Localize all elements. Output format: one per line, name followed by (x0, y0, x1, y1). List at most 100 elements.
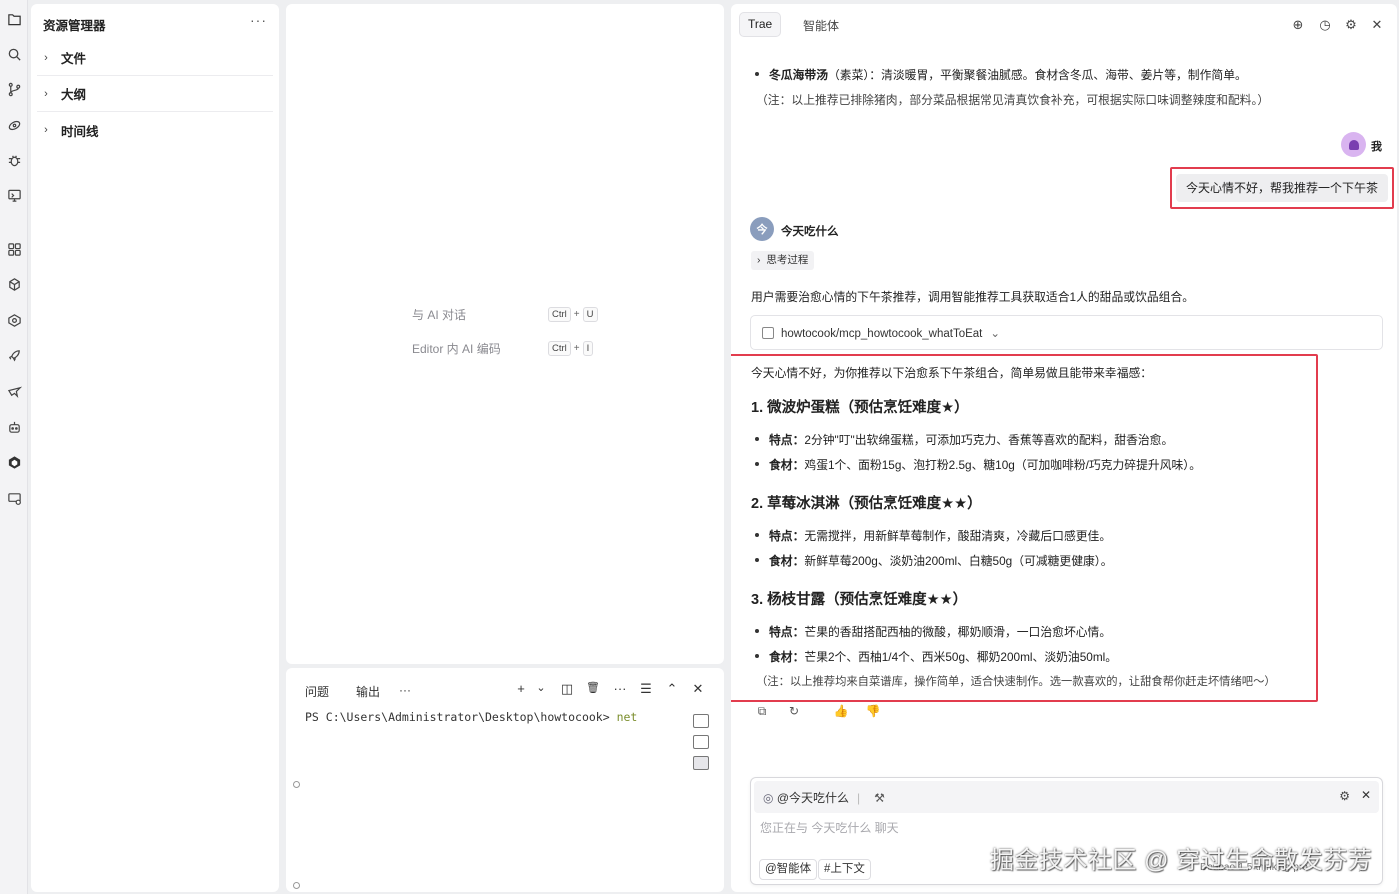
chat-panel: Trae 智能体 ⊕ ◷ ⚙ ✕ 冬瓜海带汤（素菜）：清淡暖胃，平衡聚餐油腻感。… (731, 4, 1397, 892)
shortcut-chat: 与 AI 对话 Ctrl + U (412, 306, 612, 323)
bot-avatar: 今 (750, 217, 774, 241)
chat-input-placeholder[interactable]: 您正在与 今天吃什么 聊天 (760, 819, 899, 836)
tool-icon (762, 327, 774, 339)
chevron-right-icon: › (44, 124, 48, 136)
regenerate-icon[interactable]: ↻ (785, 702, 803, 720)
terminal-list (686, 714, 716, 774)
reply-intro: 今天心情不好，为你推荐以下治愈系下午茶组合，简单易做且能带来幸福感： (751, 366, 1153, 380)
tree-item-label: 时间线 (61, 124, 99, 139)
plane-icon[interactable] (3, 380, 25, 402)
recipe-feature: 特点：芒果的香甜搭配西柚的微酸，椰奶顺滑，一口治愈坏心情。 (769, 625, 1112, 639)
rocket-icon[interactable] (3, 344, 25, 366)
terminal-line[interactable]: PS C:\Users\Administrator\Desktop\howtoc… (305, 710, 637, 724)
package-icon[interactable] (3, 309, 25, 331)
input-header: ◎ @今天吃什么 | ⚒ ⚙ ✕ (754, 781, 1379, 813)
bug-icon[interactable] (3, 149, 25, 171)
history-icon[interactable]: ◷ (1316, 16, 1334, 34)
shortcut-label: Editor 内 AI 编码 (412, 342, 501, 356)
terminal-instance-icon[interactable] (693, 756, 709, 770)
recipe-ingredient: 食材：鸡蛋1个、面粉15g、泡打粉2.5g、糖10g（可加咖啡粉/巧克力碎提升风… (769, 458, 1201, 472)
list-item: 冬瓜海带汤（素菜）：清淡暖胃，平衡聚餐油腻感。食材含冬瓜、海带、姜片等，制作简单… (769, 68, 1247, 82)
close-icon[interactable]: ✕ (1368, 16, 1386, 34)
editor-area: 与 AI 对话 Ctrl + U Editor 内 AI 编码 Ctrl + I (286, 4, 724, 664)
tab-more[interactable]: ··· (399, 683, 411, 697)
close-icon[interactable]: ✕ (690, 681, 706, 697)
robot-icon[interactable] (3, 416, 25, 438)
key-ctrl: Ctrl (548, 307, 571, 322)
chevron-up-icon[interactable]: ⌃ (664, 681, 680, 697)
agent-chip[interactable]: ◎ @今天吃什么 | ⚒ (763, 789, 885, 806)
terminal-command: net (616, 710, 638, 724)
avatar (1341, 132, 1366, 157)
user-message: 今天心情不好，帮我推荐一个下午茶 (1176, 174, 1388, 202)
new-chat-icon[interactable]: ⊕ (1289, 16, 1307, 34)
monitor-icon[interactable] (3, 487, 25, 509)
terminal-instance-icon[interactable] (693, 735, 709, 749)
activity-bar (0, 0, 28, 894)
shortcut-inline-ai: Editor 内 AI 编码 Ctrl + I (412, 340, 612, 357)
recipe-title: 2. 草莓冰淇淋（预估烹饪难度★★） (751, 496, 982, 512)
user-name: 我 (1371, 141, 1382, 153)
tool-call-card[interactable]: howtocook/mcp_howtocook_whatToEat ⌄ (750, 315, 1383, 350)
gear-icon[interactable]: ⚙ (1339, 789, 1350, 803)
tree-item-timeline[interactable]: › 时间线 (37, 112, 273, 148)
chevron-right-icon: › (44, 87, 48, 100)
recipe-feature: 特点：2分钟"叮"出软绵蛋糕，可添加巧克力、香蕉等喜欢的配料，甜香治愈。 (769, 433, 1174, 447)
recipe-title: 3. 杨枝甘露（预估烹饪难度★★） (751, 592, 968, 608)
thumbs-down-icon[interactable]: 👎 (864, 702, 882, 720)
source-control-icon[interactable] (3, 78, 25, 100)
agent-icon: ◎ (763, 791, 777, 805)
reply-note: （注：以上推荐均来自菜谱库，操作简单，适合快速制作。选一款喜欢的，让甜食帮你赶走… (756, 676, 1276, 688)
tree-item-label: 大纲 (61, 88, 87, 102)
agent-mention-button[interactable]: @智能体 (759, 859, 818, 880)
tree-item-files[interactable]: › 文件 (37, 40, 273, 76)
tree-item-outline[interactable]: › 大纲 (37, 76, 273, 112)
recipe-ingredient: 食材：芒果2个、西柚1/4个、西米50g、椰奶200ml、淡奶油50ml。 (769, 650, 1118, 664)
split-terminal-icon[interactable]: ◫ (559, 681, 575, 697)
tab-problems[interactable]: 问题 (305, 683, 329, 700)
more-actions-icon[interactable]: ··· (250, 12, 267, 28)
trash-icon[interactable]: 🗑 (585, 681, 601, 694)
recipe-title: 1. 微波炉蛋糕（预估烹饪难度★） (751, 400, 969, 416)
add-terminal-icon[interactable]: + (513, 681, 529, 696)
remote-explorer-icon[interactable] (3, 184, 25, 206)
chevron-down-icon[interactable]: ⌄ (533, 681, 549, 694)
tab-output[interactable]: 输出 (356, 683, 380, 700)
layout-icon[interactable]: ☰ (638, 681, 654, 697)
run-debug-icon[interactable] (3, 114, 25, 136)
bullet-dot (755, 558, 759, 562)
thinking-toggle[interactable]: › 思考过程 (751, 251, 815, 270)
highlight-box: 今天心情不好，帮我推荐一个下午茶 (1170, 167, 1394, 209)
bullet-dot (755, 533, 759, 537)
bullet-dot (755, 654, 759, 658)
thumbs-up-icon[interactable]: 👍 (832, 702, 850, 720)
gutter-circle-icon (293, 781, 300, 788)
tab-agent[interactable]: 智能体 (803, 17, 839, 34)
terminal-instance-icon[interactable] (693, 714, 709, 728)
search-icon[interactable] (3, 43, 25, 65)
terminal-prompt: PS C:\Users\Administrator\Desktop\howtoc… (305, 710, 617, 724)
deploy-icon[interactable] (3, 273, 25, 295)
key-i: I (582, 341, 594, 356)
bullet-dot (755, 462, 759, 466)
gear-icon[interactable]: ⚙ (1342, 16, 1360, 34)
explorer-panel: 资源管理器 ··· › 文件 › 大纲 › 时间线 (31, 4, 279, 892)
tools-icon: ⚒ (874, 791, 885, 805)
key-plus: + (573, 343, 580, 354)
explorer-title: 资源管理器 (43, 19, 106, 33)
explorer-icon[interactable] (3, 8, 25, 30)
bot-name: 今天吃什么 (781, 226, 839, 238)
recipe-feature: 特点：无需搅拌，用新鲜草莓制作，酸甜清爽，冷藏后口感更佳。 (769, 529, 1112, 543)
extensions-icon[interactable] (3, 238, 25, 260)
chevron-right-icon: › (757, 254, 767, 266)
context-button[interactable]: #上下文 (818, 859, 871, 880)
more-icon[interactable]: ··· (612, 681, 628, 696)
tab-trae[interactable]: Trae (739, 12, 782, 37)
copy-icon[interactable]: ⧉ (753, 702, 771, 720)
key-plus: + (573, 309, 580, 320)
tool-call-name: howtocook/mcp_howtocook_whatToEat ⌄ (781, 328, 1001, 340)
close-icon[interactable]: ✕ (1361, 788, 1371, 802)
cube-icon[interactable] (3, 451, 25, 473)
bot-intro: 用户需要治愈心情的下午茶推荐，调用智能推荐工具获取适合1人的甜品或饮品组合。 (751, 290, 1195, 304)
gutter-circle-icon (293, 882, 300, 889)
